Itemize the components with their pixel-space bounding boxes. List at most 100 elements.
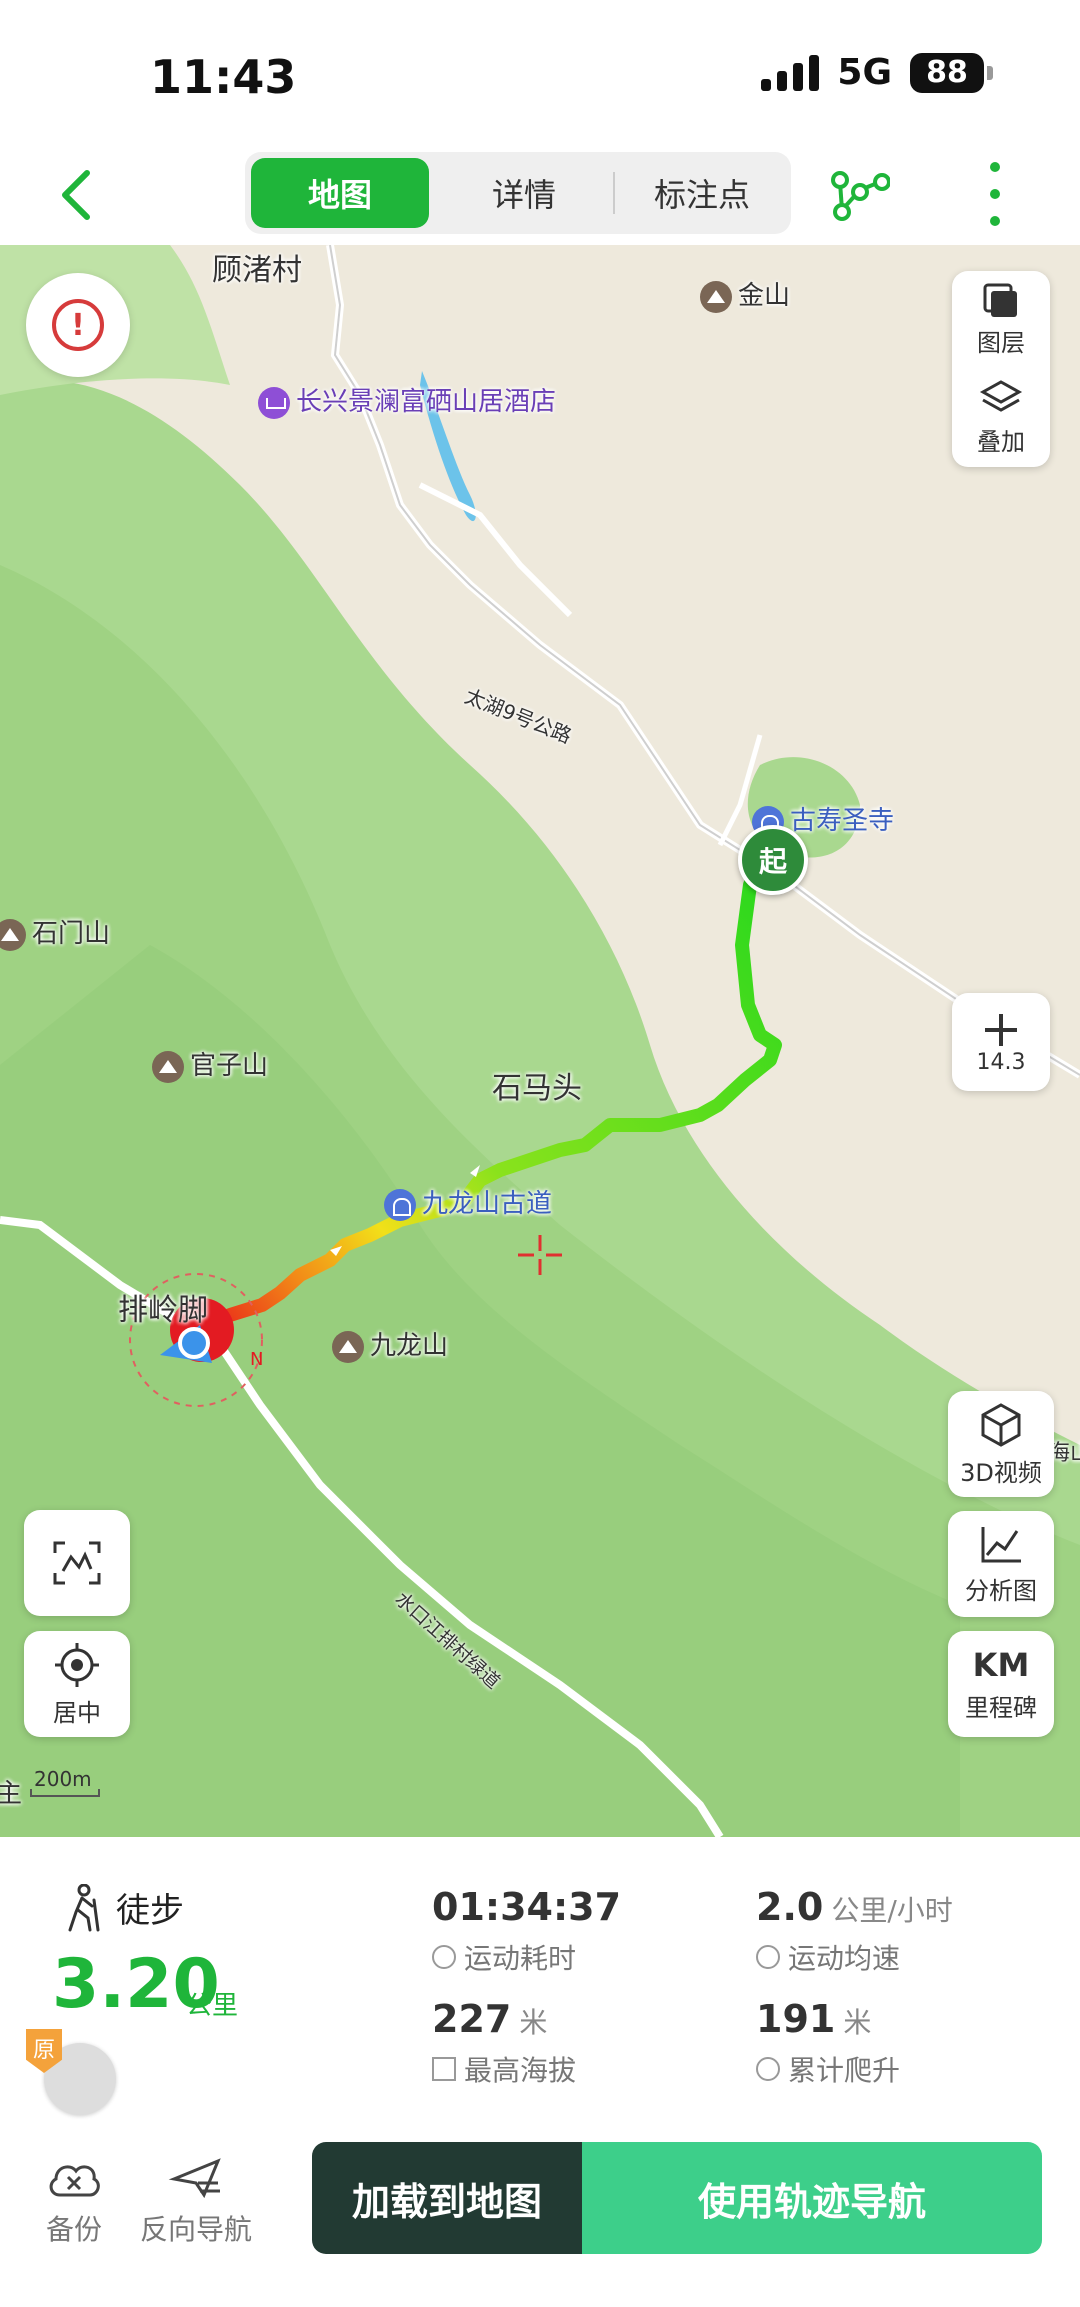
poi-guanzishan[interactable]: 官子山 — [152, 1045, 268, 1083]
overlay-button[interactable]: 叠加 — [977, 378, 1025, 457]
reverse-label: 反向导航 — [139, 2213, 252, 2246]
stat-value: 2.0 — [756, 1885, 824, 1929]
network-type: 5G — [837, 52, 892, 93]
cube-icon — [981, 1402, 1021, 1447]
track-navigation-button[interactable]: 使用轨迹导航 — [582, 2142, 1042, 2254]
load-to-map-button[interactable]: 加载到地图 — [312, 2142, 582, 2254]
reverse-route-icon — [168, 2158, 221, 2199]
status-time: 11:43 — [150, 50, 297, 104]
scale-bar — [30, 1789, 100, 1797]
elevation-frame-icon — [53, 1541, 101, 1585]
stat-unit: 米 — [843, 2006, 872, 2039]
activity-label: 徒步 — [116, 1891, 184, 1931]
layers-label: 图层 — [977, 329, 1025, 357]
locate-icon — [55, 1642, 99, 1687]
poi-jinshan[interactable]: 金山 — [700, 275, 790, 313]
center-label: 居中 — [53, 1698, 101, 1727]
share-button[interactable] — [830, 160, 891, 230]
poi-label: 古寿圣寺 — [790, 806, 895, 836]
poi-jiulongshan[interactable]: 九龙山 — [332, 1325, 448, 1363]
view-tabs: 地图 详情 标注点 — [245, 152, 791, 234]
center-button[interactable]: 居中 — [24, 1631, 130, 1737]
overlay-label: 叠加 — [977, 428, 1025, 456]
chart-icon — [981, 1526, 1021, 1562]
milestone-button[interactable]: KM 里程碑 — [948, 1631, 1054, 1737]
profile-view-button[interactable] — [24, 1510, 130, 1616]
zoom-button[interactable]: 14.3 — [952, 993, 1050, 1091]
stat-label: 最高海拔 — [464, 2054, 577, 2087]
analysis-button[interactable]: 分析图 — [948, 1511, 1054, 1617]
stat-unit: 米 — [519, 2006, 548, 2039]
map-canvas: N — [0, 245, 1080, 1837]
plus-icon — [985, 1013, 1017, 1046]
stat-value: 191 — [756, 1997, 836, 2041]
share-icon — [831, 171, 891, 221]
top-bar: 地图 详情 标注点 — [0, 150, 1080, 245]
climb-icon — [756, 2057, 780, 2081]
stat-label: 运动均速 — [788, 1942, 901, 1975]
hiking-icon — [68, 1883, 100, 1931]
3d-video-label: 3D视频 — [960, 1458, 1042, 1487]
status-bar: 11:43 5G 88 — [0, 0, 1080, 150]
distance-unit: 公里 — [186, 1991, 239, 2021]
tab-map[interactable]: 地图 — [251, 158, 429, 228]
mountain-icon — [700, 280, 732, 313]
more-menu-button[interactable] — [975, 162, 1015, 226]
zoom-level: 14.3 — [976, 1049, 1026, 1075]
cloud-backup-icon — [49, 2165, 100, 2197]
poi-shimenshan[interactable]: 石门山 — [0, 913, 110, 951]
place-label: 排岭脚 — [118, 1293, 208, 1328]
backup-button[interactable]: 备份 — [14, 2155, 134, 2248]
poi-label: 官子山 — [190, 1051, 269, 1081]
altitude-icon — [432, 2057, 456, 2081]
start-marker[interactable]: 起 — [738, 825, 808, 895]
scale-label: 200m — [34, 1767, 92, 1791]
place-label: 石马头 — [492, 1071, 582, 1106]
poi-ancient-road[interactable]: 九龙山古道 — [384, 1183, 552, 1221]
activity-type: 徒步 — [62, 1883, 184, 1932]
stat-value: 227 — [432, 1997, 512, 2041]
stat-climb: 191 米 累计爬升 — [756, 1997, 900, 2089]
stat-duration: 01:34:37 运动耗时 — [432, 1885, 621, 1977]
poi-hotel[interactable]: 长兴景澜富硒山居酒店 — [258, 381, 556, 419]
stat-unit: 公里/小时 — [831, 1894, 953, 1927]
milestone-label: 里程碑 — [965, 1693, 1037, 1722]
track-summary-panel: 徒步 3.20 公里 原 01:34:37 运动耗时 2.0 公里/小时 运动均速… — [0, 1837, 1080, 2307]
3d-video-button[interactable]: 3D视频 — [948, 1391, 1054, 1497]
poi-label: 石门山 — [32, 919, 111, 949]
tab-markers[interactable]: 标注点 — [613, 152, 791, 234]
stat-label: 运动耗时 — [464, 1942, 577, 1975]
poi-label: 九龙山 — [370, 1331, 449, 1361]
battery-icon: 88 — [910, 52, 993, 93]
chevron-left-icon — [62, 170, 90, 220]
map-view[interactable]: N 顾渚村 金山 长兴景澜富硒山居酒店 太湖9号公路 古寿圣寺 石门山 官子山 … — [0, 245, 1080, 1837]
signal-icon — [761, 54, 820, 91]
mountain-icon — [0, 918, 26, 951]
analysis-label: 分析图 — [965, 1576, 1037, 1605]
layers-icon — [983, 283, 1017, 317]
poi-label: 九龙山古道 — [422, 1189, 553, 1219]
dot-icon — [990, 189, 1000, 199]
tab-details[interactable]: 详情 — [435, 152, 613, 234]
alert-button[interactable]: ! — [26, 273, 130, 377]
back-button[interactable] — [42, 160, 112, 230]
place-label: 顾渚村 — [212, 253, 302, 288]
stat-speed: 2.0 公里/小时 运动均速 — [756, 1885, 953, 1977]
status-right: 5G 88 — [761, 52, 993, 93]
layers-button[interactable]: 图层 — [977, 281, 1025, 358]
dot-icon — [990, 216, 1000, 226]
mountain-icon — [332, 1330, 364, 1363]
stat-value: 01:34:37 — [432, 1885, 622, 1929]
landmark-icon — [384, 1188, 416, 1221]
hotel-icon — [258, 386, 290, 419]
dot-icon — [990, 162, 1000, 172]
stack-icon — [979, 380, 1023, 412]
reverse-navigation-button[interactable]: 反向导航 — [136, 2155, 256, 2248]
svg-text:N: N — [250, 1349, 263, 1370]
speedometer-icon — [756, 1945, 780, 1969]
km-label: KM — [972, 1645, 1030, 1684]
alert-icon: ! — [52, 299, 104, 351]
mountain-icon — [152, 1050, 184, 1083]
stat-label: 累计爬升 — [788, 2054, 901, 2087]
backup-label: 备份 — [45, 2213, 102, 2246]
